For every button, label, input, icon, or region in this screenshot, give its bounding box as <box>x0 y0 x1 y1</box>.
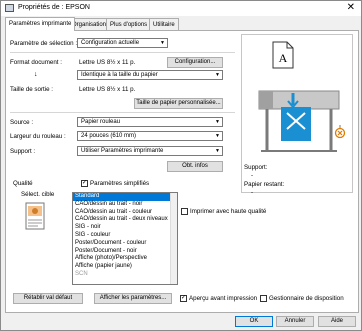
target-select-label: Sélect. cible <box>21 191 55 198</box>
list-item[interactable]: SIG - couleur <box>73 232 177 240</box>
paper-remaining-label: Papier restant: <box>244 181 285 188</box>
source-value: Papier rouleau <box>81 119 121 125</box>
high-quality-checkbox[interactable] <box>181 208 188 215</box>
layout-manager-label: Gestionnaire de disposition <box>269 295 344 302</box>
tab-printer-settings[interactable]: Paramètres imprimante <box>5 17 76 31</box>
reset-defaults-button[interactable]: Rétablir val défaut <box>13 293 83 304</box>
chevron-down-icon: ▼ <box>215 72 220 78</box>
chevron-down-icon: ▼ <box>215 133 220 139</box>
support-status-label: Support: <box>244 164 268 171</box>
divider <box>10 112 235 113</box>
show-settings-button[interactable]: Afficher les paramètres... <box>94 293 172 304</box>
simplified-settings-label: Paramètres simplifiés <box>90 180 150 187</box>
get-info-button[interactable]: Obt. infos <box>167 161 223 172</box>
output-size-label: Taille de sortie : <box>10 86 53 93</box>
list-item[interactable]: Poster/Document - couleur <box>73 240 177 248</box>
selection-dropdown[interactable]: Configuration actuelle ▼ <box>77 38 168 48</box>
high-quality-label: Imprimer avec haute qualité <box>190 208 267 215</box>
list-scrollbar[interactable] <box>170 193 177 284</box>
list-item[interactable]: Affiche (papier jaune) <box>73 263 177 271</box>
configuration-button[interactable]: Configuration... <box>167 57 223 68</box>
printer-app-icon <box>5 4 14 12</box>
ok-button[interactable]: OK <box>235 316 273 327</box>
list-item[interactable]: Standard <box>73 193 177 201</box>
selection-value: Configuration actuelle <box>81 40 140 46</box>
document-format-value: Lettre US 8½ x 11 p. <box>79 59 136 66</box>
title-bar: Propriétés de : EPSON ✕ <box>1 1 361 16</box>
divider <box>10 52 235 53</box>
quality-label: Qualité <box>13 180 33 187</box>
printer-icon <box>258 90 340 152</box>
paper-icon: A <box>272 41 294 69</box>
list-item[interactable]: Affiche (photo)/Perspective <box>73 255 177 263</box>
source-dropdown[interactable]: Papier rouleau ▼ <box>77 117 223 127</box>
paper-letter: A <box>279 51 288 65</box>
roll-width-dropdown[interactable]: 24 pouces (610 mm) ▼ <box>77 131 223 141</box>
chevron-down-icon: ▼ <box>215 148 220 154</box>
source-label: Source : <box>10 119 34 126</box>
print-properties-window: Propriétés de : EPSON ✕ Paramètres impri… <box>0 0 362 331</box>
paper-remaining-value: - <box>251 189 254 196</box>
target-icon <box>25 202 45 230</box>
output-size-value: Lettre US 8½ x 11 p. <box>79 86 136 93</box>
tab-more-options[interactable]: Plus d'options <box>106 18 152 30</box>
cancel-button[interactable]: Annuler <box>276 316 314 327</box>
roll-width-label: Largeur du rouleau : <box>10 133 66 140</box>
list-item[interactable]: CAO/dessin au trait - noir <box>73 201 177 209</box>
list-item[interactable]: SCN <box>73 271 177 279</box>
paper-size-dropdown[interactable]: Identique à la taille du papier ▼ <box>77 70 223 80</box>
error-icon <box>334 125 346 139</box>
chevron-down-icon: ▼ <box>160 40 165 46</box>
simplified-settings-checkbox[interactable]: ✓ <box>81 180 88 187</box>
arrow-down-icon: ↓ <box>34 71 38 78</box>
selection-label: Paramètre de sélection : <box>10 40 78 47</box>
document-format-label: Format document : <box>10 59 62 66</box>
close-icon[interactable]: ✕ <box>347 2 355 13</box>
target-list[interactable]: Standard CAO/dessin au trait - noir CAO/… <box>72 192 178 285</box>
support-label: Support : <box>10 148 36 155</box>
help-button[interactable]: Aide <box>318 316 356 327</box>
window-title: Propriétés de : EPSON <box>18 4 90 11</box>
support-status-value: - <box>251 172 254 179</box>
layout-manager-checkbox[interactable] <box>260 295 267 302</box>
support-dropdown[interactable]: Utiliser Paramètres imprimante ▼ <box>77 146 223 156</box>
tab-utility[interactable]: Utilitaire <box>149 18 179 30</box>
print-preview-label: Aperçu avant impression <box>189 295 258 302</box>
list-item[interactable]: SIG - noir <box>73 224 177 232</box>
paper-size-value: Identique à la taille du papier <box>81 72 158 78</box>
roll-width-value: 24 pouces (610 mm) <box>81 133 137 139</box>
list-item[interactable]: CAO/dessin au trait - deux niveaux <box>73 216 177 224</box>
list-item[interactable]: CAO/dessin au trait - couleur <box>73 209 177 217</box>
chevron-down-icon: ▼ <box>215 119 220 125</box>
list-item[interactable]: Poster/Document - noir <box>73 248 177 256</box>
support-value: Utiliser Paramètres imprimante <box>81 148 164 154</box>
print-preview-checkbox[interactable]: ✓ <box>180 295 187 302</box>
custom-paper-size-button[interactable]: Taille de papier personnalisée... <box>134 98 223 109</box>
